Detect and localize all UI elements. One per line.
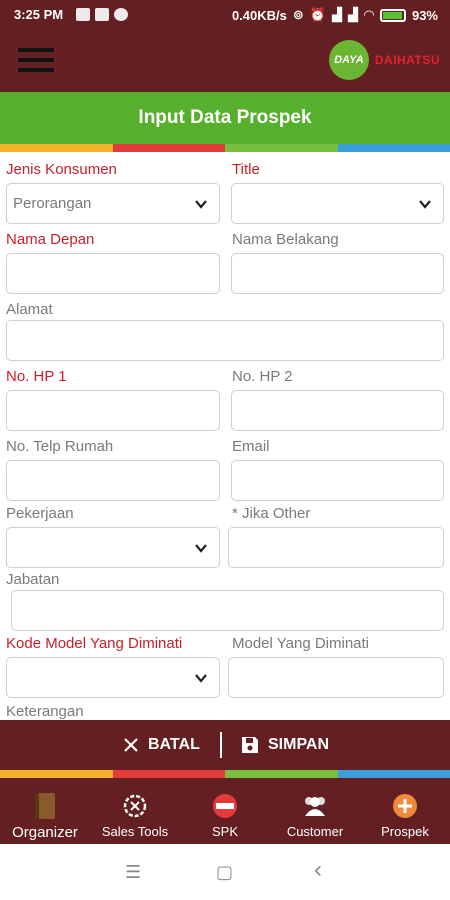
no-telp-rumah-input[interactable] <box>6 460 220 501</box>
color-stripe <box>0 144 450 152</box>
cancel-label: BATAL <box>148 736 200 753</box>
action-divider <box>220 732 222 758</box>
cancel-button[interactable]: BATAL <box>122 720 200 770</box>
hamburger-icon[interactable] <box>18 48 54 74</box>
add-circle-icon <box>391 792 419 820</box>
action-bar: BATAL SIMPAN <box>0 720 450 770</box>
chat-icon <box>114 8 128 21</box>
logo-daya: DAYA <box>328 40 369 80</box>
no-telp-rumah-label: No. Telp Rumah <box>6 438 114 455</box>
nav-prospek[interactable]: Prospek <box>360 778 450 844</box>
nama-belakang-label: Nama Belakang <box>232 231 339 248</box>
nav-spk-label: SPK <box>211 824 238 839</box>
bottom-nav: Organizer Sales Tools SPK Customer Prosp… <box>0 778 450 844</box>
app-bar: DAYA DAIHATSU <box>0 30 450 92</box>
status-bar: 3:25 PM 0.40KB/s ⊚ ⏰ ▟ ▟ ◠ 93% <box>0 0 450 30</box>
chevron-down-icon <box>195 674 207 683</box>
wifi-icon: ◠ <box>363 7 374 22</box>
jenis-konsumen-select[interactable]: Perorangan <box>6 183 220 224</box>
jenis-konsumen-label: Jenis Konsumen <box>6 161 117 178</box>
nav-customer-label: Customer <box>286 824 344 839</box>
save-icon <box>242 737 258 753</box>
title-select[interactable] <box>231 183 444 224</box>
save-label: SIMPAN <box>268 736 330 753</box>
nama-depan-input[interactable] <box>6 253 220 294</box>
jenis-konsumen-value: Perorangan <box>13 195 92 212</box>
system-nav-bar: ☰ ▢ ‹ <box>0 844 450 900</box>
alamat-label: Alamat <box>6 301 53 318</box>
battery-icon <box>379 8 406 22</box>
jabatan-label: Jabatan <box>6 571 60 588</box>
color-stripe-bottom <box>0 770 450 778</box>
pekerjaan-label: Pekerjaan <box>6 505 74 522</box>
notification-icon <box>76 8 90 21</box>
email-input[interactable] <box>231 460 444 501</box>
recent-apps-button[interactable]: ☰ <box>125 862 141 883</box>
signal-icon: ▟ <box>347 7 358 22</box>
nama-depan-label: Nama Depan <box>6 231 95 248</box>
model-label: Model Yang Diminati <box>232 635 370 652</box>
sync-icon: ⊚ <box>292 7 304 22</box>
title-label: Title <box>232 161 260 178</box>
no-hp2-label: No. HP 2 <box>232 368 293 385</box>
people-icon <box>301 792 329 820</box>
image-icon <box>95 8 109 21</box>
nav-spk[interactable]: SPK <box>180 778 270 844</box>
alamat-input[interactable] <box>6 320 444 361</box>
keterangan-label: Keterangan <box>6 703 84 720</box>
daya-daihatsu-logo: DAYA DAIHATSU <box>328 40 440 80</box>
save-button[interactable]: SIMPAN <box>240 720 329 770</box>
jika-other-input[interactable] <box>228 527 444 568</box>
home-button[interactable]: ▢ <box>216 862 233 883</box>
chevron-down-icon <box>195 544 207 553</box>
nama-belakang-input[interactable] <box>231 253 444 294</box>
jabatan-input[interactable] <box>11 590 444 631</box>
no-hp1-input[interactable] <box>6 390 220 431</box>
kode-model-select[interactable] <box>6 657 220 698</box>
nav-organizer[interactable]: Organizer <box>0 778 90 844</box>
no-hp2-input[interactable] <box>231 390 444 431</box>
chevron-down-icon <box>195 200 207 209</box>
logo-brand: DAIHATSU <box>374 53 440 67</box>
status-right: 0.40KB/s ⊚ ⏰ ▟ ▟ ◠ 93% <box>232 7 438 23</box>
alarm-icon: ⏰ <box>309 7 326 22</box>
signal-icon: ▟ <box>331 7 342 22</box>
email-label: Email <box>232 438 270 455</box>
network-speed: 0.40KB/s <box>231 7 287 23</box>
prospek-form: Jenis Konsumen Title Perorangan Nama Dep… <box>0 152 450 720</box>
back-button[interactable]: ‹ <box>314 856 322 884</box>
kode-model-label: Kode Model Yang Diminati <box>6 635 183 652</box>
pekerjaan-select[interactable] <box>6 527 220 568</box>
nav-customer[interactable]: Customer <box>270 778 360 844</box>
page-title: Input Data Prospek <box>0 92 450 144</box>
no-hp1-label: No. HP 1 <box>6 368 67 385</box>
nav-sales-tools[interactable]: Sales Tools <box>90 778 180 844</box>
book-icon <box>31 792 59 820</box>
status-notification-icons <box>76 8 128 21</box>
battery-level: 93% <box>411 7 438 23</box>
close-icon <box>124 738 138 752</box>
gear-icon <box>121 792 149 820</box>
chevron-down-icon <box>419 200 431 209</box>
nav-organizer-label: Organizer <box>12 824 78 841</box>
status-time: 3:25 PM <box>14 7 64 22</box>
spk-badge-icon <box>211 792 239 820</box>
nav-prospek-label: Prospek <box>381 824 429 839</box>
model-input[interactable] <box>228 657 444 698</box>
nav-sales-tools-label: Sales Tools <box>101 824 169 839</box>
jika-other-label: * Jika Other <box>232 505 311 522</box>
